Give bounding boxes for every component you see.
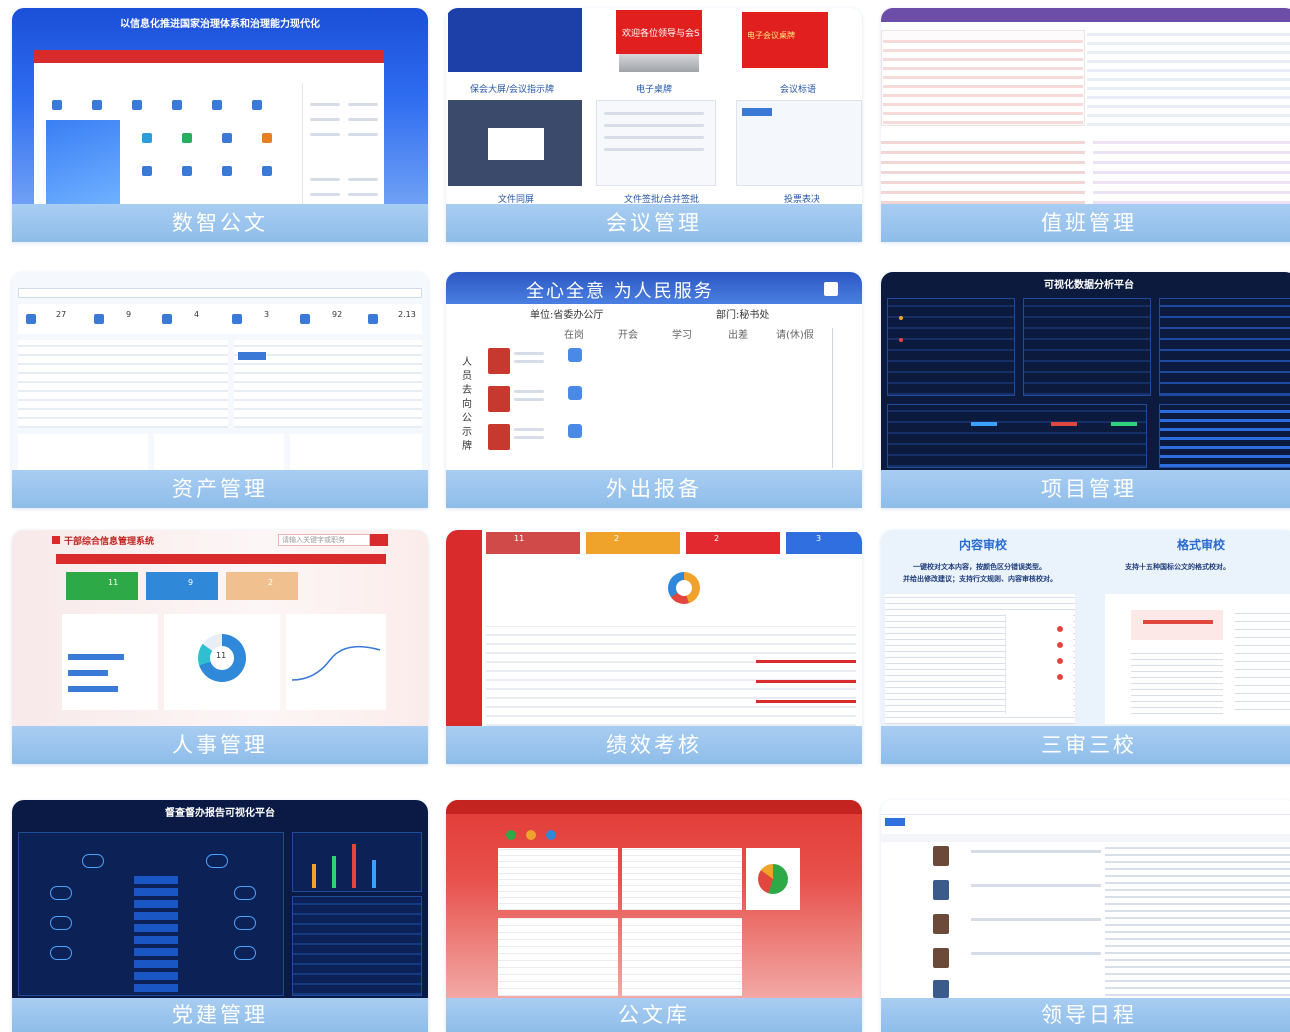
card-project-management[interactable]: 可视化数据分析平台 项目管理 <box>881 272 1290 508</box>
banner-text: 以信息化推进国家治理体系和治理能力现代化 <box>120 19 320 30</box>
card-duty-management[interactable]: 值班管理 <box>881 8 1290 242</box>
col-4: 出差 <box>728 330 748 341</box>
library-pie <box>758 864 788 894</box>
caption-1: 保会大屏/会议指示牌 <box>470 85 555 95</box>
line-chart-icon <box>291 645 381 681</box>
hr-search: 请输入关键字或职务 <box>282 536 345 544</box>
card-label: 外出报备 <box>446 470 862 508</box>
card-label: 会议管理 <box>446 204 862 242</box>
tile-3: 2 <box>268 578 274 587</box>
caption-6: 投票表决 <box>784 195 821 204</box>
dept-label: 部门:秘书处 <box>716 310 770 321</box>
card-hr-management[interactable]: 干部综合信息管理系统 请输入关键字或职务 11 9 2 11 人事管理 <box>12 530 428 764</box>
card-label: 三审三校 <box>881 726 1290 764</box>
preview-document-library <box>446 800 862 998</box>
preview-project-management: 可视化数据分析平台 <box>881 272 1290 470</box>
caption-5: 文件签批/合并签批 <box>624 195 700 204</box>
supervision-title: 督查督办报告可视化平台 <box>165 808 275 819</box>
card-label: 领导日程 <box>881 998 1290 1032</box>
preview-party-building: 督查督办报告可视化平台 <box>12 800 428 998</box>
tile-2: 9 <box>188 578 194 587</box>
card-party-building[interactable]: 督查督办报告可视化平台 党建管理 <box>12 800 428 1032</box>
preview-proofreading: 内容审校 格式审校 一键校对文本内容，按颜色区分错误类型。 并给出修改建议；支持… <box>881 530 1290 726</box>
slogan: 全心全意 为人民服务 <box>526 281 714 302</box>
preview-meeting-management: 欢迎各位领导与会S 电子会议桌牌 保会大屏/会议指示牌 电子桌牌 会议标语 文件… <box>446 8 862 204</box>
unit-label: 单位:省委办公厅 <box>530 310 604 321</box>
side-label: 人员去向公示牌 <box>462 357 472 452</box>
screen-text-1: 欢迎各位领导与会S <box>622 29 700 39</box>
card-label: 人事管理 <box>12 726 428 764</box>
perf-stat-2: 2 <box>614 534 620 543</box>
screen-text-2: 电子会议桌牌 <box>747 31 795 40</box>
card-label: 数智公文 <box>12 204 428 242</box>
preview-outing-report: 全心全意 为人民服务 单位:省委办公厅 部门:秘书处 在岗 开会 学习 出差 请… <box>446 272 862 470</box>
hr-system-title: 干部综合信息管理系统 <box>64 537 155 547</box>
platform-title: 可视化数据分析平台 <box>1044 280 1134 291</box>
content-desc-2: 并给出修改建议；支持行文规则、内容审核校对。 <box>903 575 1057 583</box>
content-review-title: 内容审校 <box>959 538 1008 552</box>
caption-3: 会议标语 <box>780 85 817 95</box>
card-proofreading[interactable]: 内容审校 格式审校 一键校对文本内容，按颜色区分错误类型。 并给出修改建议；支持… <box>881 530 1290 764</box>
col-5: 请(休)假 <box>776 330 814 341</box>
preview-performance: 11 2 2 3 <box>446 530 862 726</box>
stat-3: 4 <box>194 310 200 319</box>
preview-asset-management: 27 9 4 3 92 2.13 <box>12 272 428 470</box>
card-label: 值班管理 <box>881 204 1290 242</box>
card-document-library[interactable]: 公文库 <box>446 800 862 1032</box>
stat-2: 9 <box>126 310 132 319</box>
stat-1: 27 <box>56 310 67 319</box>
card-performance[interactable]: 11 2 2 3 绩效考核 <box>446 530 862 764</box>
card-meeting-management[interactable]: 欢迎各位领导与会S 电子会议桌牌 保会大屏/会议指示牌 电子桌牌 会议标语 文件… <box>446 8 862 242</box>
card-label: 项目管理 <box>881 470 1290 508</box>
donut-value: 11 <box>216 651 227 660</box>
preview-hr-management: 干部综合信息管理系统 请输入关键字或职务 11 9 2 11 <box>12 530 428 726</box>
format-desc: 支持十五种国标公文的格式校对。 <box>1125 563 1230 571</box>
perf-stat-1: 11 <box>514 534 525 543</box>
format-review-title: 格式审校 <box>1177 538 1226 552</box>
content-desc-1: 一键校对文本内容，按颜色区分错误类型。 <box>913 563 1046 571</box>
col-2: 开会 <box>618 330 638 341</box>
caption-2: 电子桌牌 <box>636 85 673 95</box>
card-digital-documents[interactable]: 以信息化推进国家治理体系和治理能力现代化 数智公文 <box>12 8 428 242</box>
preview-duty-management <box>881 8 1290 204</box>
col-3: 学习 <box>672 330 692 341</box>
perf-stat-3: 2 <box>714 534 720 543</box>
perf-stat-4: 3 <box>816 534 822 543</box>
card-label: 绩效考核 <box>446 726 862 764</box>
tile-1: 11 <box>108 578 119 587</box>
stat-6: 2.13 <box>398 310 416 319</box>
card-asset-management[interactable]: 27 9 4 3 92 2.13 资产管理 <box>12 272 428 508</box>
card-leader-schedule[interactable]: 领导日程 <box>881 800 1290 1032</box>
stat-4: 3 <box>264 310 270 319</box>
preview-digital-documents: 以信息化推进国家治理体系和治理能力现代化 <box>12 8 428 204</box>
caption-4: 文件同屏 <box>498 195 535 204</box>
card-label: 党建管理 <box>12 998 428 1032</box>
module-grid: 以信息化推进国家治理体系和治理能力现代化 数智公文 欢迎各位领导与会S 电子会议… <box>0 0 1290 1032</box>
preview-leader-schedule <box>881 800 1290 998</box>
stat-5: 92 <box>332 310 343 319</box>
card-outing-report[interactable]: 全心全意 为人民服务 单位:省委办公厅 部门:秘书处 在岗 开会 学习 出差 请… <box>446 272 862 508</box>
card-label: 公文库 <box>446 998 862 1032</box>
card-label: 资产管理 <box>12 470 428 508</box>
col-1: 在岗 <box>564 330 584 341</box>
